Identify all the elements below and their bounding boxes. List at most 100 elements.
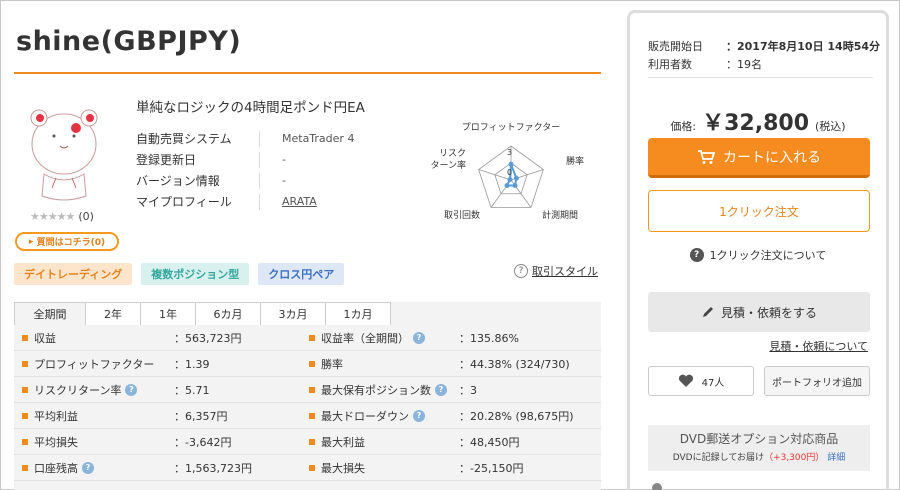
radar-point xyxy=(508,161,514,167)
quote-request-button[interactable]: 見積・依頼をする xyxy=(648,292,870,332)
question-icon: ? xyxy=(689,248,704,262)
help-icon[interactable]: ? xyxy=(82,461,94,474)
stats-panel: 全期間 2年 1年 6カ月 3カ月 1カ月 収益 ：563,723円 収益率（全期間… xyxy=(14,302,601,490)
tab-all[interactable]: 全期間 xyxy=(14,302,86,325)
bear-avatar-image xyxy=(30,109,98,201)
sale-start-value: ：2017年8月10日 14時54分 xyxy=(726,40,881,53)
stat-row: 口座残高? ：1,563,723円 最大損失 ：-25,150円 xyxy=(14,455,601,481)
heart-icon xyxy=(678,374,693,387)
question-icon: ? xyxy=(514,264,528,278)
stat-value: ：-3,642円 xyxy=(174,435,232,449)
help-icon[interactable]: ? xyxy=(413,409,425,422)
bullet-icon xyxy=(22,412,28,419)
radar-label-risk-2: ターン率 xyxy=(430,159,466,171)
bullet-icon xyxy=(309,412,315,419)
favorite-button[interactable]: 47人 xyxy=(648,366,754,396)
profile-link[interactable]: ARATA xyxy=(282,195,317,208)
tab-1m[interactable]: 1カ月 xyxy=(325,302,391,325)
stat-value: ：44.38% (324/730) xyxy=(459,357,570,371)
radar-point xyxy=(504,183,510,189)
radar-scale-zero: 0 xyxy=(507,168,512,177)
radar-label-risk-1: リスク xyxy=(439,148,466,159)
help-icon[interactable]: ? xyxy=(435,383,447,396)
info-row-profile: マイプロフィール ARATA xyxy=(136,193,317,210)
dvd-detail-link[interactable]: 詳細 xyxy=(827,453,845,463)
help-icon[interactable]: ? xyxy=(125,383,138,396)
stat-value: ：20.28% (98,675円) xyxy=(459,409,574,423)
meta-divider xyxy=(648,77,873,78)
radar-label-winrate: 勝率 xyxy=(566,155,584,167)
info-row-updated: 登録更新日 - xyxy=(136,151,286,168)
pen-icon xyxy=(702,307,713,317)
title-divider xyxy=(14,72,601,74)
stat-value: ：563,723円 xyxy=(174,331,242,345)
rating-stars: ★★★★★ (0) xyxy=(30,210,94,223)
cart-icon xyxy=(698,149,715,164)
stat-label: 最大利益 xyxy=(321,435,365,449)
stat-label: 最大保有ポジション数 xyxy=(321,383,431,397)
sale-meta: 販売開始日 ：2017年8月10日 14時54分 利用者数 ：19名 xyxy=(648,37,880,73)
radar-label-pf: プロフィットファクター xyxy=(462,122,560,133)
stat-row: 平均損失 ：-3,642円 最大利益 ：48,450円 xyxy=(14,429,601,455)
purchase-sidebar: 販売開始日 ：2017年8月10日 14時54分 利用者数 ：19名 価格: ￥32… xyxy=(627,10,889,490)
stat-row: プロフィットファクター ：1.39 勝率 ：44.38% (324/730) xyxy=(14,351,601,377)
stat-label: 平均損失 xyxy=(34,435,78,449)
radar-scale-max: 3 xyxy=(507,148,512,157)
stat-label: 収益率（全期間） xyxy=(321,331,409,345)
stat-row: リスクリターン率? ：5.71 最大保有ポジション数? ：3 xyxy=(14,377,601,403)
rating-count: (0) xyxy=(78,210,94,223)
stat-value: ：6,357円 xyxy=(174,409,228,423)
stat-label: 口座残高 xyxy=(34,461,78,475)
info-table: 自動売買システム MetaTrader 4 登録更新日 - バージョン情報 - マイプ… xyxy=(136,128,361,212)
stat-label: 平均利益 xyxy=(34,409,78,423)
question-button[interactable]: ▸ 質問はコチラ(0) xyxy=(15,232,119,251)
stat-value: ：1.39 xyxy=(174,357,210,371)
stat-label: プロフィットファクター xyxy=(34,357,155,371)
tag-list: デイトレーディング 複数ポジション型 クロス円ペア xyxy=(14,263,345,285)
tag-daytrading[interactable]: デイトレーディング xyxy=(14,263,133,285)
bullet-icon xyxy=(309,464,315,471)
add-portfolio-button[interactable]: ポートフォリオ追加 xyxy=(764,366,870,396)
bullet-icon xyxy=(22,386,28,393)
stat-label: 勝率 xyxy=(321,357,343,371)
tab-3m[interactable]: 3カ月 xyxy=(260,302,326,325)
bullet-icon xyxy=(22,360,28,367)
radar-point xyxy=(513,175,519,181)
stat-value: ：-25,150円 xyxy=(459,461,524,475)
add-to-cart-button[interactable]: カートに入れる xyxy=(648,138,870,178)
stat-label: 最大ドローダウン xyxy=(321,409,409,423)
bullet-icon xyxy=(22,464,28,471)
tab-6m[interactable]: 6カ月 xyxy=(195,302,261,325)
bullet-icon xyxy=(309,438,315,445)
info-row-version: バージョン情報 - xyxy=(136,172,286,189)
product-description: 単純なロジックの4時間足ポンド円EA xyxy=(136,100,365,116)
period-tabs: 全期間 2年 1年 6カ月 3カ月 1カ月 xyxy=(14,302,391,325)
bullet-icon xyxy=(309,334,315,341)
stat-value: ：3 xyxy=(459,383,477,397)
stat-label: リスクリターン率 xyxy=(34,383,122,397)
stat-value: ：135.86% xyxy=(459,331,519,345)
one-click-order-button[interactable]: 1クリック注文 xyxy=(648,190,870,232)
stats-table: 収益 ：563,723円 収益率（全期間）? ：135.86% プロフィットファクター ：… xyxy=(14,325,601,481)
tab-1y[interactable]: 1年 xyxy=(140,302,196,325)
stat-label: 収益 xyxy=(34,331,56,345)
bullet-icon xyxy=(309,386,315,393)
stat-value: ：1,563,723円 xyxy=(174,461,252,475)
tab-2y[interactable]: 2年 xyxy=(85,302,141,325)
price-value: ￥32,800 xyxy=(702,111,810,136)
tag-multi-position[interactable]: 複数ポジション型 xyxy=(141,263,250,285)
tag-cross-yen[interactable]: クロス円ペア xyxy=(258,263,345,285)
one-click-about-link[interactable]: ? 1クリック注文について xyxy=(630,247,886,263)
stat-value: ：5.71 xyxy=(174,383,210,397)
stat-value: ：48,450円 xyxy=(459,435,520,449)
dvd-option-box: DVD郵送オプション対応商品 DVDに記録してお届け（+3,300円） 詳細 xyxy=(648,425,870,471)
quote-about-link[interactable]: 見積・依頼について xyxy=(769,338,868,354)
trading-style-link[interactable]: ? 取引スタイル xyxy=(514,263,598,279)
help-icon[interactable]: ? xyxy=(413,331,425,344)
stat-row: 平均利益 ：6,357円 最大ドローダウン? ：20.28% (98,675円) xyxy=(14,403,601,429)
stat-row: 収益 ：563,723円 収益率（全期間）? ：135.86% xyxy=(14,325,601,351)
price: 価格: ￥32,800 (税込) xyxy=(630,105,886,137)
bullet-icon xyxy=(22,438,28,445)
radar-chart: プロフィットファクター 勝率 計測期間 取引回数 リスク ターン率 3 0 xyxy=(430,122,584,221)
sale-start-label: 販売開始日 xyxy=(648,40,703,53)
